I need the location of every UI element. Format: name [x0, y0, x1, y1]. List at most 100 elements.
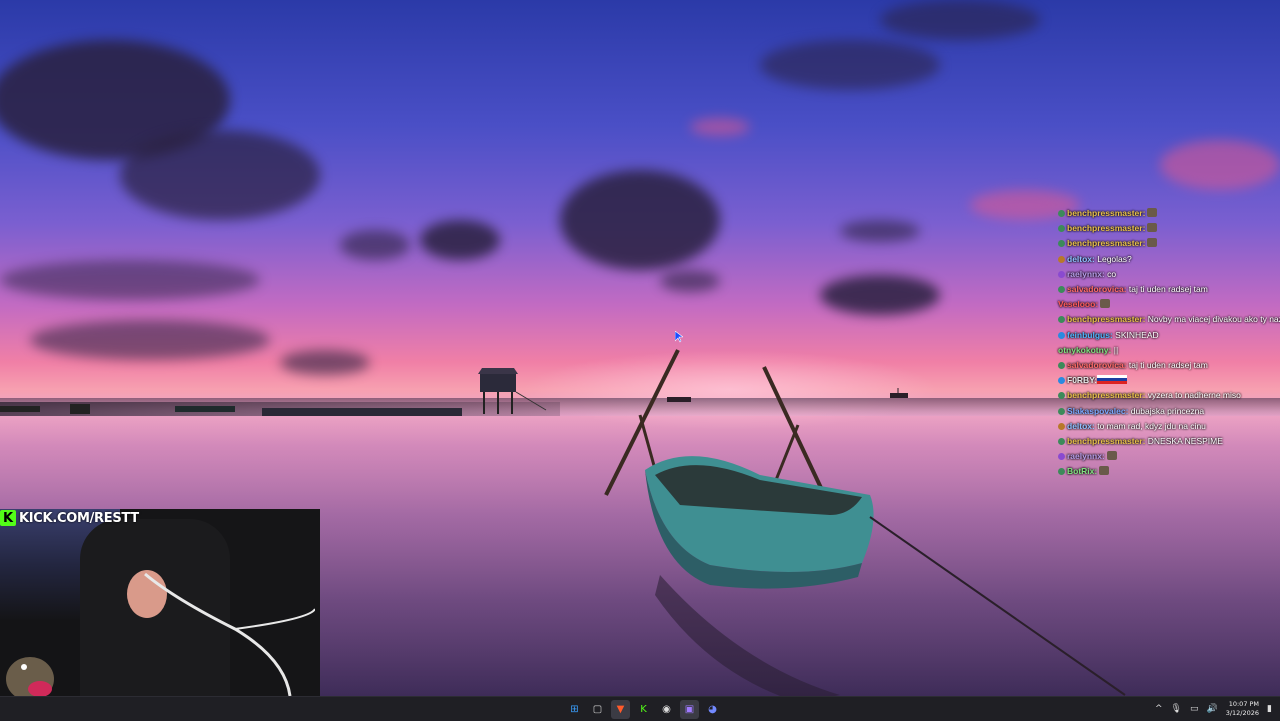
- chat-badge-icon: [1058, 255, 1065, 263]
- kick-logo-icon: K: [0, 510, 16, 526]
- chat-message: benchpressmaster: vyzera to nadherne mis…: [1058, 388, 1268, 403]
- cloud: [560, 170, 720, 270]
- network-icon[interactable]: ▭: [1190, 704, 1199, 714]
- cloud: [660, 270, 720, 292]
- chat-message: Slakaspovalec: dubajska princezna: [1058, 404, 1268, 419]
- taskbar-apps: ⊞ ▢ ▼ K ◉ ▣ ◕: [565, 700, 722, 719]
- taskbar-brave-icon[interactable]: ▼: [611, 700, 630, 719]
- distant-boat: [890, 388, 908, 398]
- chat-username: deltox:: [1067, 253, 1095, 264]
- microphone-icon[interactable]: 🎙: [1171, 704, 1182, 714]
- chat-text: taj ti uden radsej tam: [1126, 360, 1208, 371]
- chat-message: benchpressmaster:: [1058, 206, 1268, 221]
- cloud: [840, 220, 920, 242]
- chat-badge-icon: [1058, 270, 1065, 278]
- chat-badge-icon: [1058, 286, 1065, 294]
- stream-channel-label: K KICK.COM/RESTT: [0, 509, 139, 527]
- taskbar-app-purple-icon[interactable]: ▣: [680, 700, 699, 719]
- dino-plush: [6, 657, 54, 696]
- chat-badge-icon: [1058, 240, 1065, 248]
- chat-emote-icon: [1147, 238, 1158, 248]
- chat-username: benchpressmaster:: [1067, 208, 1146, 218]
- taskbar-discord-icon[interactable]: ◕: [703, 700, 722, 719]
- chat-message: benchpressmaster: DNESKA NESPIME: [1058, 434, 1268, 449]
- cloud: [1160, 140, 1280, 190]
- cloud: [340, 230, 410, 260]
- chat-username: F0RBY:: [1067, 375, 1098, 386]
- taskbar-kick-icon[interactable]: K: [634, 700, 653, 719]
- cloud: [760, 40, 940, 90]
- taskbar-start-icon[interactable]: ⊞: [565, 700, 584, 719]
- taskbar: ⊞ ▢ ▼ K ◉ ▣ ◕ ^ 🎙 ▭ 🔊 10:07 PM 3/12/2026 ▮: [0, 696, 1280, 721]
- chat-message: Veselooo:: [1058, 297, 1268, 312]
- chat-text: to mam rad, kdyz jdu na cinu: [1094, 420, 1206, 431]
- chat-text: DNESKA NESPIME: [1145, 436, 1223, 447]
- cloud: [880, 0, 1040, 40]
- mouse-cursor: [675, 331, 683, 343]
- chat-message: raelynnx:: [1058, 449, 1268, 464]
- chat-username: benchpressmaster:: [1067, 314, 1146, 325]
- chat-message: raelynnx: co: [1058, 267, 1268, 282]
- chat-message: benchpressmaster: Novby ma viacej divako…: [1058, 312, 1280, 327]
- webcam-feed: [0, 509, 320, 696]
- chat-badge-icon: [1058, 316, 1065, 324]
- chat-badge-icon: [1058, 453, 1065, 461]
- chat-badge-icon: [1058, 210, 1065, 217]
- chat-text: Legolas?: [1094, 253, 1132, 264]
- chat-text: dubajska princezna: [1128, 405, 1205, 416]
- chat-username: raelynnx:: [1067, 451, 1105, 462]
- notification-icon[interactable]: ▮: [1267, 704, 1272, 714]
- chat-text: ||: [1111, 344, 1119, 355]
- chat-username: benchpressmaster:: [1067, 436, 1146, 447]
- chat-message: BotRix:: [1058, 464, 1268, 479]
- clock-date: 3/12/2026: [1225, 709, 1260, 717]
- chat-badge-icon: [1058, 407, 1065, 415]
- chat-username: deltox:: [1067, 420, 1095, 431]
- fishing-nets: [0, 404, 462, 416]
- chat-username: raelynnx:: [1067, 268, 1105, 279]
- chat-badge-icon: [1058, 392, 1065, 400]
- clock[interactable]: 10:07 PM 3/12/2026: [1226, 700, 1259, 718]
- chat-username: Veselooo:: [1058, 299, 1099, 310]
- cloud: [120, 130, 320, 220]
- chat-badge-icon: [1058, 438, 1065, 446]
- chat-message: salvadorovica: taj ti uden radsej tam: [1058, 282, 1268, 297]
- cloud: [690, 118, 750, 136]
- tray-chevron-icon[interactable]: ^: [1155, 704, 1163, 714]
- cloud: [280, 350, 370, 375]
- chat-message: deltox: to mam rad, kdyz jdu na cinu: [1058, 419, 1268, 434]
- chat-badge-icon: [1058, 422, 1065, 430]
- chat-text: Novby ma viacej divakou ako ty nazor?: [1147, 314, 1280, 325]
- chat-text: taj ti uden radsej tam: [1126, 284, 1208, 295]
- chat-text: co: [1104, 268, 1117, 279]
- chat-emote-icon: [1147, 223, 1158, 233]
- chat-text: vyzera to nadherne miso: [1145, 390, 1241, 401]
- chat-message: F0RBY:: [1058, 373, 1268, 388]
- cloud: [30, 320, 270, 360]
- chat-emote-icon: [1147, 208, 1158, 217]
- stilt-hut: [478, 368, 547, 414]
- volume-icon[interactable]: 🔊: [1206, 704, 1217, 714]
- clock-time: 10:07 PM: [1228, 700, 1260, 708]
- chat-badge-icon: [1058, 331, 1065, 339]
- cloud: [420, 220, 500, 260]
- flag-emote-icon: [1097, 375, 1128, 385]
- chat-username: benchpressmaster:: [1067, 223, 1146, 234]
- stream-chat-overlay: benchpressmaster: benchpressmaster: benchp…: [1058, 206, 1280, 480]
- distant-boat: [667, 397, 691, 402]
- chat-username: benchpressmaster:: [1067, 390, 1146, 401]
- chat-emote-icon: [1106, 451, 1117, 461]
- chat-username: salvadorovica:: [1067, 284, 1127, 295]
- cloud: [820, 275, 940, 315]
- cloud: [0, 260, 260, 300]
- chat-badge-icon: [1058, 377, 1065, 385]
- chat-username: otnykokotny:: [1058, 344, 1112, 355]
- chat-message: deltox: Legolas?: [1058, 252, 1268, 267]
- taskbar-obs-icon[interactable]: ◉: [657, 700, 676, 719]
- system-tray: ^ 🎙 ▭ 🔊 10:07 PM 3/12/2026 ▮: [1155, 697, 1272, 721]
- chat-emote-icon: [1099, 466, 1110, 476]
- chat-message: benchpressmaster:: [1058, 236, 1268, 251]
- chat-username: benchpressmaster:: [1067, 238, 1146, 249]
- chat-badge-icon: [1058, 225, 1065, 233]
- taskbar-task-view-icon[interactable]: ▢: [588, 700, 607, 719]
